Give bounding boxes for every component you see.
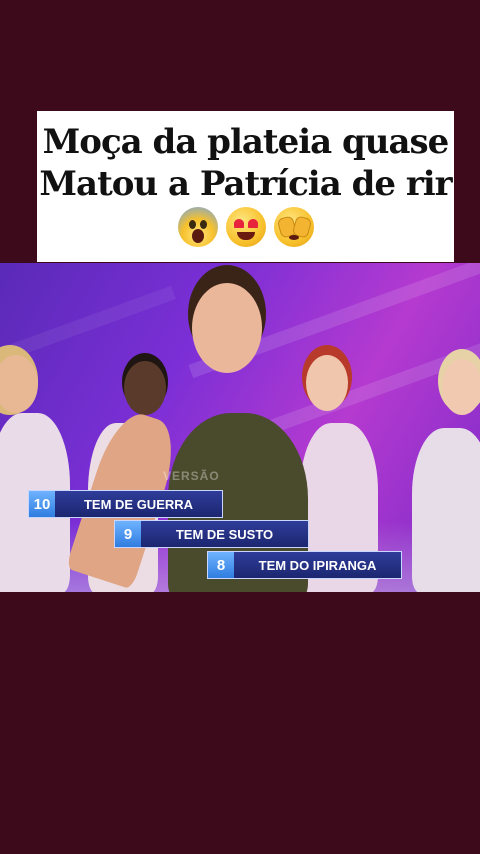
caption-line-1: Moça da plateia quase (42, 122, 450, 162)
face-with-peeking-eye-icon (273, 207, 314, 247)
dancer-left-head (0, 355, 38, 413)
ranking-row-3: 8 TEM DO IPIRANGA (208, 552, 401, 578)
dancer-second-head (124, 361, 166, 415)
dancer-redhead-head (306, 355, 348, 411)
ranking-number: 8 (208, 552, 234, 578)
host-head (192, 283, 262, 373)
face-screaming-in-fear-icon (177, 207, 218, 247)
dancer-right-head (442, 359, 480, 415)
ranking-row-1: 10 TEM DE GUERRA (29, 491, 222, 517)
channel-watermark: VERSÃO (163, 469, 220, 483)
dancer-right (412, 428, 480, 592)
ranking-number: 9 (115, 521, 141, 547)
ranking-label: TEM DE GUERRA (55, 491, 222, 517)
video-frame[interactable]: VERSÃO 10 TEM DE GUERRA 9 TEM DE SUSTO 8… (0, 263, 480, 592)
reel-screen: Moça da plateia quase Matou a Patrícia d… (0, 0, 480, 854)
ranking-row-2: 9 TEM DE SUSTO (115, 521, 308, 547)
caption-line-2: Matou a Patrícia de rir (39, 164, 452, 204)
smiling-face-with-heart-eyes-icon (225, 207, 266, 247)
ranking-label: TEM DE SUSTO (141, 521, 308, 547)
ranking-number: 10 (29, 491, 55, 517)
ranking-label: TEM DO IPIRANGA (234, 552, 401, 578)
caption-card: Moça da plateia quase Matou a Patrícia d… (37, 111, 454, 262)
emoji-row (37, 207, 454, 251)
background-bottom (0, 592, 480, 854)
